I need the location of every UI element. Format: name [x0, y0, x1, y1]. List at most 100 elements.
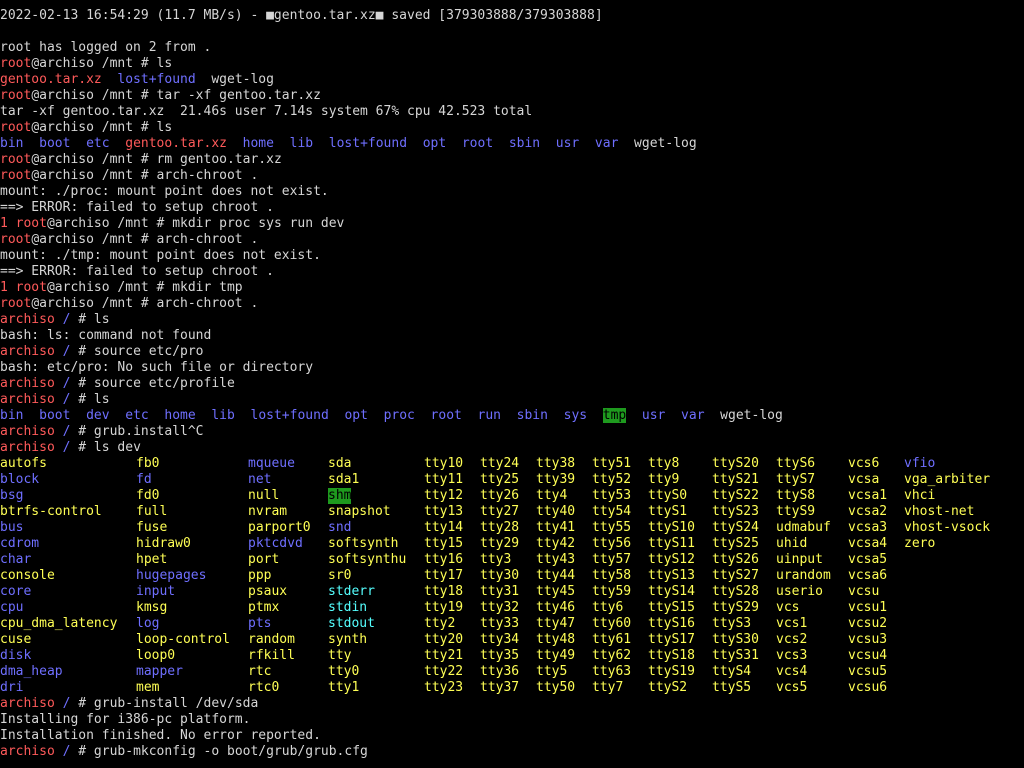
terminal-line: root@archiso /mnt # tar -xf gentoo.tar.x…	[0, 88, 1024, 104]
dev-entry: tty51	[592, 456, 632, 471]
terminal-text: sbin	[508, 136, 541, 151]
dev-entry: tty52	[592, 472, 632, 487]
dev-entry: tty57	[592, 552, 632, 567]
dev-entry: tty45	[536, 584, 576, 599]
dev-entry: ttyS11	[648, 536, 695, 551]
dev-entry: cdrom	[0, 536, 40, 551]
terminal-text: archiso	[0, 696, 55, 711]
terminal-line: gentoo.tar.xz lost+found wget-log	[0, 72, 1024, 88]
dev-entry: tty32	[480, 600, 520, 615]
dev-entry: tty6	[592, 600, 624, 615]
dev-entry: tty17	[424, 568, 464, 583]
dev-entry: ttyS16	[648, 616, 695, 631]
terminal-text: @archiso /mnt # mkdir proc sys run dev	[46, 216, 345, 231]
dev-entry: loop0	[136, 648, 176, 663]
terminal-line: archiso / # ls	[0, 392, 1024, 408]
terminal-line: archiso / # source etc/pro	[0, 344, 1024, 360]
dev-entry: ttyS3	[712, 616, 752, 631]
terminal-text: @archiso /mnt # mkdir tmp	[46, 280, 243, 295]
dev-entry: vcs5	[776, 680, 808, 695]
dev-entry: tty0	[328, 664, 360, 679]
dev-entry: tty56	[592, 536, 632, 551]
dev-entry: tty24	[480, 456, 520, 471]
dev-listing-row: disk loop0 rfkill tty tty21 tty35 tty49 tty62 tt…	[0, 648, 1024, 664]
terminal-text: Installing for i386-pc platform.	[0, 712, 251, 727]
dev-entry: ttyS29	[712, 600, 759, 615]
terminal-text: ==> ERROR: failed to setup chroot .	[0, 264, 274, 279]
terminal-text: lost+found	[328, 136, 408, 151]
terminal-text: proc	[383, 408, 415, 423]
terminal-line: Installing for i386-pc platform.	[0, 712, 1024, 728]
dev-entry: vcsu1	[848, 600, 888, 615]
terminal-text: run	[477, 408, 501, 423]
terminal-line: bin boot etc gentoo.tar.xz home lib lost…	[0, 136, 1024, 152]
terminal-screen[interactable]: 2022-02-13 16:54:29 (11.7 MB/s) - ■gento…	[0, 0, 1024, 768]
terminal-line: bash: ls: command not found	[0, 328, 1024, 344]
terminal-text: lib	[289, 136, 314, 151]
terminal-text: home	[164, 408, 196, 423]
terminal-text: var	[681, 408, 705, 423]
dev-entry: tty18	[424, 584, 464, 599]
dev-entry: snapshot	[328, 504, 391, 519]
dev-entry: ttyS26	[712, 552, 759, 567]
dev-entry: vcs4	[776, 664, 808, 679]
terminal-text: /	[54, 312, 79, 327]
dev-listing-row: char hpet port softsynthu tty16 tty3 tty43 tty5…	[0, 552, 1024, 568]
dev-entry: vcs6	[848, 456, 880, 471]
dev-entry: tty34	[480, 632, 520, 647]
dev-entry: vcsa5	[848, 552, 888, 567]
terminal-text: lost+found	[250, 408, 329, 423]
terminal-text: archiso	[0, 392, 55, 407]
terminal-text: wget-log	[704, 408, 783, 423]
terminal-text: bin	[0, 408, 24, 423]
dev-entry: tty7	[592, 680, 624, 695]
dev-entry: stdin	[328, 600, 368, 615]
terminal-line: root@archiso /mnt # rm gentoo.tar.xz	[0, 152, 1024, 168]
terminal-text: archiso	[0, 376, 55, 391]
dev-entry: bus	[0, 520, 24, 535]
dev-entry: tty53	[592, 488, 632, 503]
terminal-line: root@archiso /mnt # arch-chroot .	[0, 296, 1024, 312]
terminal-line: Installation finished. No error reported…	[0, 728, 1024, 744]
dev-entry: tty48	[536, 632, 576, 647]
dev-entry: dma_heap	[0, 664, 63, 679]
dev-entry: ttyS13	[648, 568, 695, 583]
terminal-text: # source etc/profile	[78, 376, 235, 391]
dev-entry: log	[136, 616, 160, 631]
dev-entry: psaux	[248, 584, 288, 599]
terminal-text: root	[0, 168, 32, 183]
dev-entry: tty38	[536, 456, 576, 471]
terminal-text: /	[54, 440, 79, 455]
dev-listing-row: core input psaux stderr tty18 tty31 tty45 tty59…	[0, 584, 1024, 600]
terminal-line: mount: ./tmp: mount point does not exist…	[0, 248, 1024, 264]
terminal-text: @archiso /mnt # ls	[31, 120, 173, 135]
dev-listing-row: dma_heap mapper rtc tty0 tty22 tty36 tty5 tty63…	[0, 664, 1024, 680]
terminal-text: archiso	[0, 744, 55, 759]
dev-entry: ttyS28	[712, 584, 759, 599]
terminal-text: gentoo.tar.xz	[125, 136, 227, 151]
dev-entry: pts	[248, 616, 272, 631]
dev-entry: vcsa2	[848, 504, 888, 519]
dev-entry: input	[136, 584, 176, 599]
terminal-text: root	[0, 152, 32, 167]
dev-entry: ttyS31	[712, 648, 759, 663]
dev-listing-row: cuse loop-control random synth tty20 tty34 tty…	[0, 632, 1024, 648]
dev-entry: vhci	[904, 488, 936, 503]
terminal-text: root	[461, 136, 494, 151]
dev-entry: mapper	[136, 664, 183, 679]
dev-entry: net	[248, 472, 272, 487]
dev-entry: ttyS24	[712, 520, 759, 535]
terminal-text: mount: ./tmp: mount point does not exist…	[0, 248, 321, 263]
dev-entry: ppp	[248, 568, 272, 583]
terminal-text: # ls dev	[78, 440, 141, 455]
terminal-text: sys	[563, 408, 588, 423]
terminal-text: lib	[211, 408, 235, 423]
